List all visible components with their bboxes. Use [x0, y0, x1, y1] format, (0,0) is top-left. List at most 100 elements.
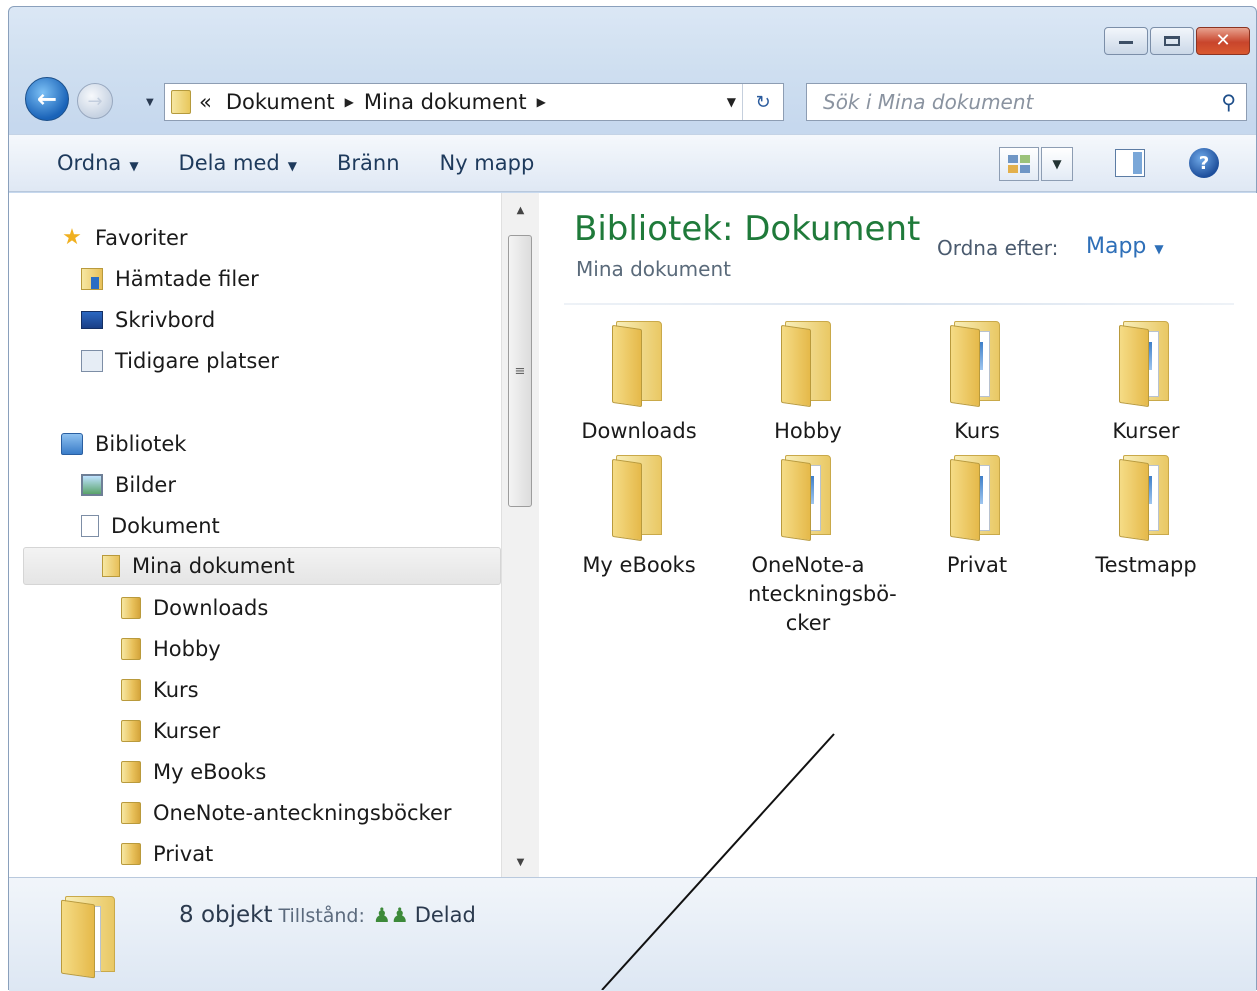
folder-icon	[612, 321, 666, 408]
minimize-icon	[1119, 38, 1133, 44]
folder-label: Hobby	[774, 419, 842, 443]
help-icon: ?	[1198, 152, 1210, 174]
library-icon	[61, 433, 83, 455]
close-button[interactable]: ✕	[1196, 27, 1250, 55]
chevron-down-icon: ▼	[1154, 242, 1164, 256]
change-view-button[interactable]	[999, 147, 1039, 181]
state-label: Tillstånd:	[278, 905, 365, 927]
nav-downloads[interactable]: Hämtade filer	[81, 260, 259, 298]
folder-tile[interactable]: My eBooks	[569, 455, 709, 580]
folder-icon	[121, 638, 141, 660]
folder-tile[interactable]: Kurs	[907, 321, 1047, 446]
folder-icon	[102, 555, 120, 577]
minimize-button[interactable]	[1104, 27, 1148, 55]
file-list: Bibliotek: Dokument Mina dokument Ordna …	[539, 193, 1257, 877]
arrange-by-value: Mapp	[1086, 234, 1147, 259]
back-arrow-icon: ←	[36, 85, 58, 113]
new-folder-button[interactable]: Ny mapp	[440, 151, 535, 175]
view-icon	[1020, 165, 1030, 173]
nav-label: Hämtade filer	[115, 267, 259, 291]
window-controls: ✕	[1104, 27, 1250, 55]
nav-my-documents[interactable]: Mina dokument	[23, 547, 501, 585]
forward-button[interactable]: →	[77, 83, 113, 119]
back-button[interactable]: ←	[25, 77, 69, 121]
breadcrumb-separator-icon[interactable]: ▶	[345, 95, 354, 109]
navigation-bar: ← → ▼ « Dokument ▶ Mina dokument ▶ ▼ ↻ S…	[9, 71, 1256, 121]
nav-subfolder[interactable]: Hobby	[121, 630, 221, 668]
details-pane: 8 objekt Tillstånd: ♟♟ Delad	[9, 877, 1256, 991]
star-icon: ★	[62, 225, 82, 250]
close-icon: ✕	[1215, 30, 1231, 51]
nav-label: Kurser	[153, 719, 221, 743]
nav-recent-places[interactable]: Tidigare platser	[81, 342, 279, 380]
folder-tile[interactable]: Kurser	[1076, 321, 1216, 446]
nav-label: Favoriter	[95, 226, 188, 250]
view-options-dropdown[interactable]: ▼	[1041, 147, 1073, 181]
scroll-up-icon[interactable]: ▲	[502, 197, 539, 223]
nav-subfolder[interactable]: Downloads	[121, 589, 268, 627]
divider	[564, 303, 1234, 305]
organize-button[interactable]: Ordna ▼	[57, 151, 139, 175]
arrange-by-dropdown[interactable]: Mapp ▼	[1086, 234, 1164, 259]
search-input[interactable]: Sök i Mina dokument ⚲	[806, 83, 1247, 121]
nav-favorites[interactable]: ★ Favoriter	[61, 219, 188, 257]
folder-icon	[781, 321, 835, 408]
folder-tile[interactable]: Privat	[907, 455, 1047, 580]
refresh-button[interactable]: ↻	[742, 84, 783, 120]
scroll-down-icon[interactable]: ▼	[502, 849, 539, 875]
search-icon[interactable]: ⚲	[1221, 90, 1236, 114]
share-button[interactable]: Dela med ▼	[179, 151, 297, 175]
address-overflow[interactable]: «	[199, 90, 212, 114]
folder-icon	[781, 455, 835, 542]
state-value: Delad	[414, 903, 476, 927]
nav-subfolder[interactable]: Privat	[121, 835, 213, 873]
nav-label: My eBooks	[153, 760, 267, 784]
search-placeholder: Sök i Mina dokument	[823, 90, 1034, 114]
nav-label: Mina dokument	[132, 554, 295, 578]
folder-tile[interactable]: Hobby	[738, 321, 878, 446]
nav-label: Privat	[153, 842, 214, 866]
preview-pane-button[interactable]	[1115, 149, 1145, 177]
nav-subfolder[interactable]: My eBooks	[121, 753, 266, 791]
folder-tile[interactable]: Downloads	[569, 321, 709, 446]
address-bar[interactable]: « Dokument ▶ Mina dokument ▶ ▼ ↻	[164, 83, 784, 121]
burn-button[interactable]: Bränn	[337, 151, 400, 175]
recent-pages-dropdown[interactable]: ▼	[146, 97, 154, 108]
nav-subfolder[interactable]: Kurser	[121, 712, 220, 750]
nav-subfolder[interactable]: Kurs	[121, 671, 199, 709]
folder-label: Kurser	[1112, 419, 1180, 443]
item-count: 8 objekt	[179, 902, 273, 928]
folder-icon	[1119, 321, 1173, 408]
nav-label: OneNote-anteckningsböcker	[153, 801, 452, 825]
navigation-pane: ★ Favoriter Hämtade filer Skrivbord Tidig…	[9, 193, 501, 877]
folder-tile[interactable]: Testmapp	[1076, 455, 1216, 580]
nav-pictures[interactable]: Bilder	[81, 466, 176, 504]
folder-label: Testmapp	[1095, 553, 1197, 577]
desktop-icon	[81, 311, 103, 329]
nav-desktop[interactable]: Skrivbord	[81, 301, 215, 339]
nav-documents[interactable]: Dokument	[81, 507, 220, 545]
folder-label: My eBooks	[582, 553, 696, 577]
scrollbar-thumb[interactable]: ≡	[508, 235, 532, 507]
chevron-down-icon: ▼	[129, 159, 139, 173]
document-icon	[81, 515, 99, 537]
breadcrumb-dokument[interactable]: Dokument	[226, 90, 335, 114]
folder-label: Privat	[946, 553, 1008, 577]
view-icon	[1008, 155, 1018, 163]
breadcrumb-separator-icon[interactable]: ▶	[537, 95, 546, 109]
forward-arrow-icon: →	[87, 90, 103, 112]
breadcrumb-mina-dokument[interactable]: Mina dokument	[364, 90, 527, 114]
folder-tile[interactable]: OneNote-a nteckningsbö­cker	[738, 455, 897, 638]
nav-subfolder[interactable]: OneNote-anteckningsböcker	[121, 794, 452, 832]
help-button[interactable]: ?	[1189, 148, 1219, 178]
library-title: Bibliotek: Dokument	[574, 209, 921, 249]
folder-icon	[612, 455, 666, 542]
folder-icon	[1119, 455, 1173, 542]
recent-places-icon	[81, 350, 103, 372]
maximize-button[interactable]	[1150, 27, 1194, 55]
folder-icon	[121, 802, 141, 824]
chevron-down-icon: ▼	[287, 159, 297, 173]
nav-libraries[interactable]: Bibliotek	[61, 425, 186, 463]
address-dropdown-icon[interactable]: ▼	[727, 95, 736, 109]
nav-scrollbar[interactable]: ▲ ≡ ▼	[501, 193, 539, 877]
